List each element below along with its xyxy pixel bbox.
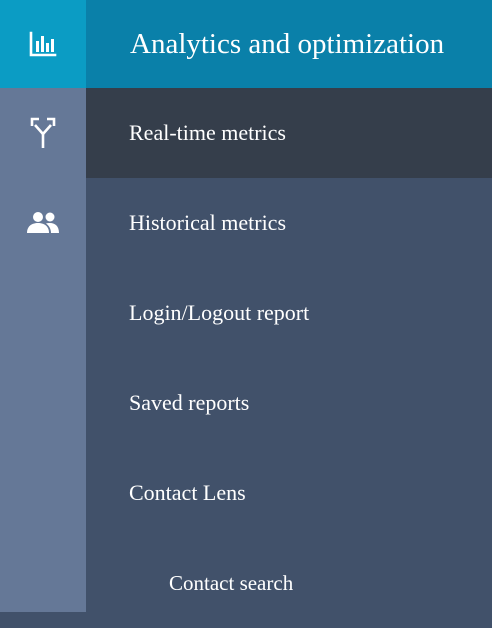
menu-item-real-time-metrics[interactable]: Real-time metrics	[86, 88, 492, 178]
rail-item-routing[interactable]	[0, 88, 86, 178]
rail-item-users[interactable]	[0, 178, 86, 268]
menu-item-historical-metrics[interactable]: Historical metrics	[86, 178, 492, 268]
bar-chart-icon	[29, 31, 57, 57]
users-icon	[26, 211, 60, 235]
icon-rail	[0, 0, 86, 612]
menu-item-saved-reports[interactable]: Saved reports	[86, 358, 492, 448]
menu-item-login-logout-report[interactable]: Login/Logout report	[86, 268, 492, 358]
panel-title: Analytics and optimization	[86, 0, 492, 88]
menu-item-contact-search[interactable]: Contact search	[86, 538, 492, 628]
analytics-menu-panel: Analytics and optimization Real-time met…	[86, 0, 492, 612]
rail-item-analytics[interactable]	[0, 0, 86, 88]
routing-icon	[30, 117, 56, 149]
menu-item-contact-lens[interactable]: Contact Lens	[86, 448, 492, 538]
